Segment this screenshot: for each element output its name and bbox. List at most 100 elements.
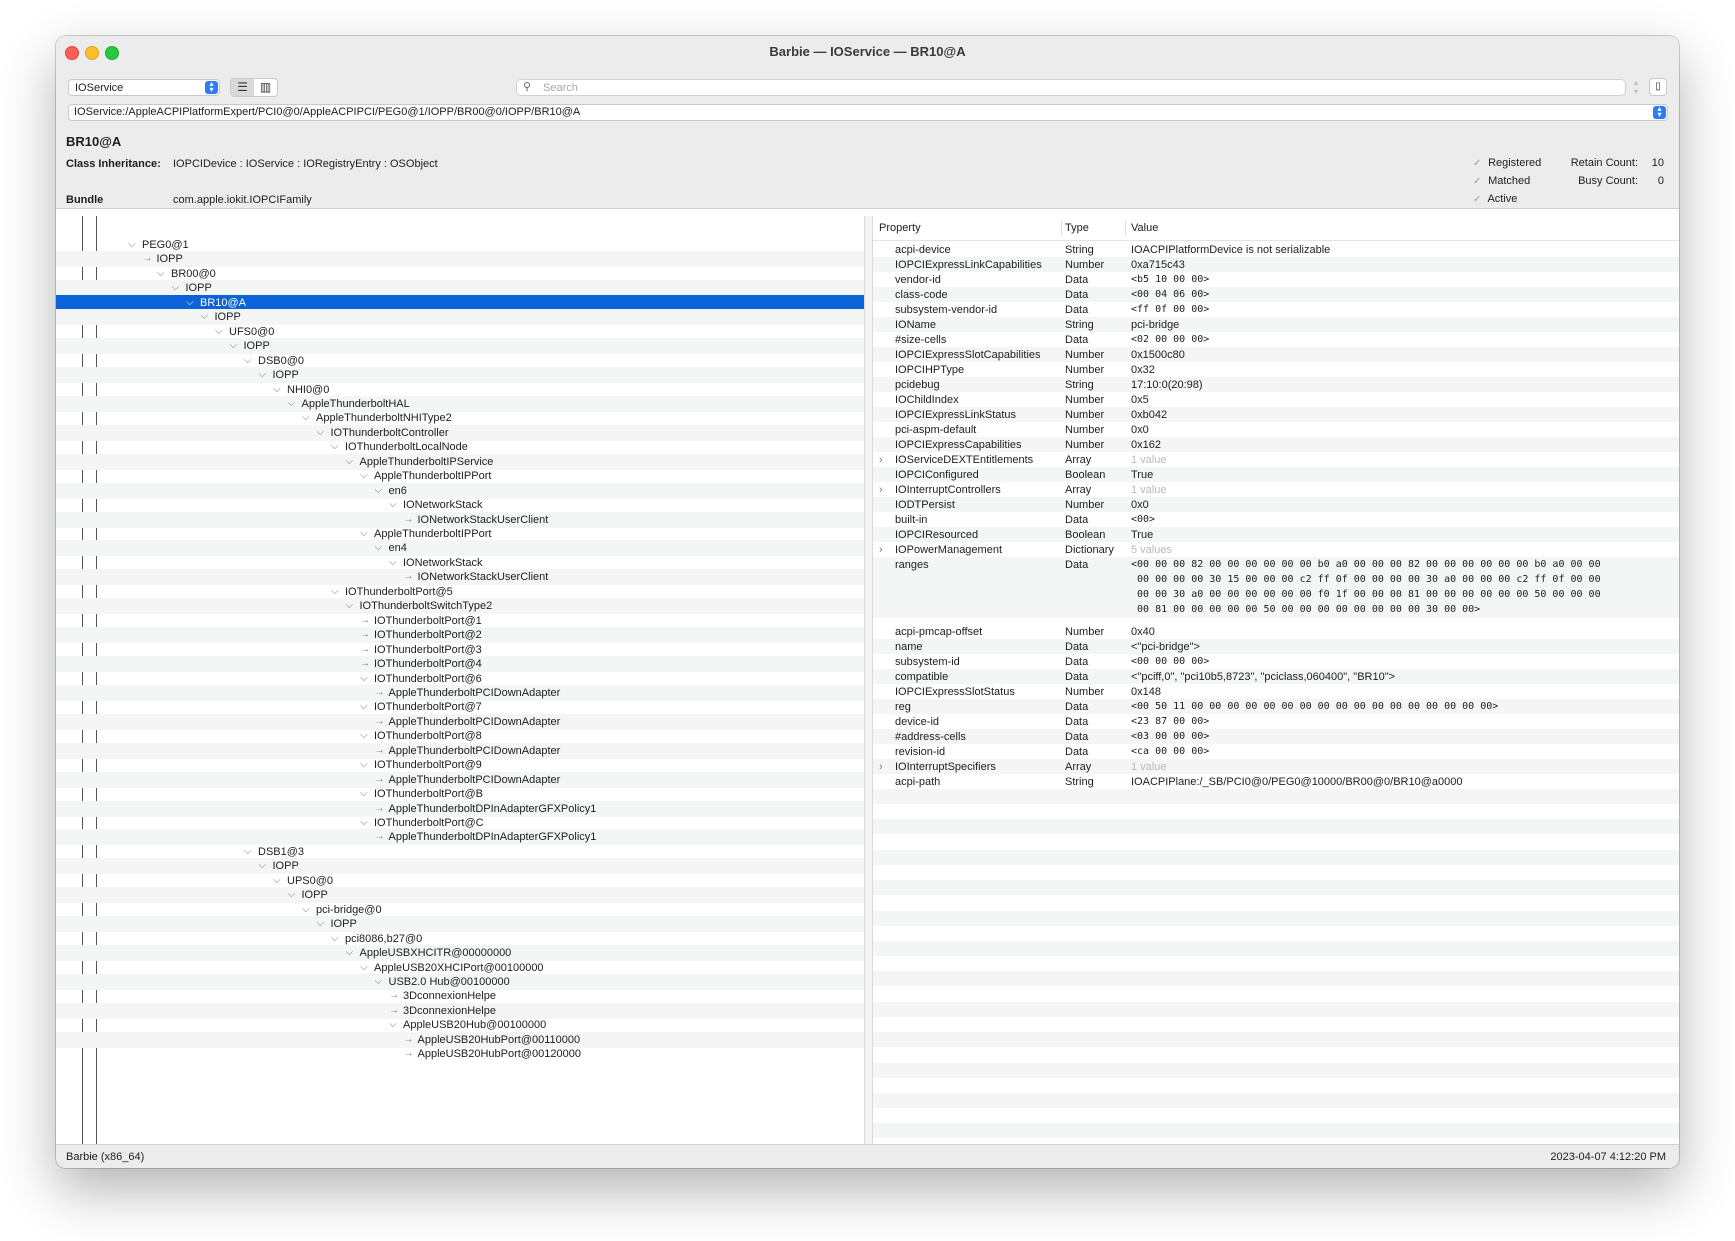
property-row[interactable]: ranges Data <00 00 00 82 00 00 00 00 00 00… <box>873 557 1679 618</box>
property-type: Number <box>1065 686 1105 698</box>
list-view-icon[interactable]: ☰ <box>231 79 254 96</box>
disclosure-chevron-icon[interactable]: › <box>879 482 883 498</box>
property-value: 0x162 <box>1131 439 1161 451</box>
property-type: Number <box>1065 424 1105 436</box>
property-value: pci-bridge <box>1131 319 1180 331</box>
property-type: Array <box>1065 761 1092 773</box>
column-view-icon[interactable]: ▥ <box>254 79 277 96</box>
properties-table[interactable]: Property Type Value acpi-device String IOA… <box>873 216 1679 1144</box>
property-type: Data <box>1065 559 1089 571</box>
property-row[interactable]: IOName String pci-bridge <box>873 317 1679 332</box>
property-type: Boolean <box>1065 529 1106 541</box>
search-field[interactable]: ⚲ Search <box>516 79 1626 96</box>
property-type: Data <box>1065 274 1089 286</box>
property-value: 0x40 <box>1131 626 1155 638</box>
property-value: <00 00 00 82 00 00 00 00 00 00 b0 a0 00 … <box>1131 559 1601 615</box>
property-row[interactable]: IOPCIResourced Boolean True <box>873 527 1679 542</box>
property-value: 1 value <box>1131 484 1167 496</box>
disclosure-chevron-icon[interactable]: › <box>879 452 883 468</box>
property-value: 0x0 <box>1131 424 1149 436</box>
property-row[interactable]: built-in Data <00> <box>873 512 1679 527</box>
disclosure-chevron-icon[interactable]: › <box>879 542 883 558</box>
property-row[interactable]: IOPCIExpressLinkCapabilities Number 0xa715… <box>873 257 1679 272</box>
property-row[interactable]: acpi-path String IOACPIPlane:/_SB/PCI0@0/P… <box>873 774 1679 789</box>
property-row[interactable]: name Data <"pci-bridge"> <box>873 639 1679 654</box>
property-row[interactable]: acpi-device String IOACPIPlatformDevice is… <box>873 242 1679 257</box>
column-header-value[interactable]: Value <box>1131 216 1158 240</box>
property-row[interactable]: IOPCIConfigured Boolean True <box>873 467 1679 482</box>
property-value: 0x148 <box>1131 686 1161 698</box>
property-value: <ff 0f 00 00> <box>1131 304 1210 315</box>
empty-row <box>873 895 1679 910</box>
property-row[interactable]: class-code Data <00 04 06 00> <box>873 287 1679 302</box>
property-row[interactable]: IOPCIExpressLinkStatus Number 0xb042 <box>873 407 1679 422</box>
empty-row <box>873 910 1679 926</box>
property-row[interactable]: › IOInterruptControllers Array 1 value <box>873 482 1679 497</box>
column-header-type[interactable]: Type <box>1065 216 1089 240</box>
property-type: Number <box>1065 349 1105 361</box>
empty-row <box>873 1108 1679 1123</box>
property-row[interactable]: compatible Data <"pciff,0", "pci10b5,8723"… <box>873 669 1679 684</box>
status-bar: Barbie (x86_64) 2023-04-07 4:12:20 PM <box>56 1144 1679 1168</box>
property-name: IODTPersist <box>895 499 955 511</box>
property-name: IOPCIResourced <box>895 529 979 541</box>
class-inheritance-value: IOPCIDevice : IOService : IORegistryEntr… <box>173 158 438 170</box>
property-row[interactable]: › IOInterruptSpecifiers Array 1 value <box>873 759 1679 774</box>
property-value: <ca 00 00 00> <box>1131 746 1210 757</box>
property-value: <00> <box>1131 514 1156 525</box>
property-row[interactable]: revision-id Data <ca 00 00 00> <box>873 744 1679 759</box>
property-row[interactable]: #size-cells Data <02 00 00 00> <box>873 332 1679 347</box>
split-view-divider[interactable] <box>864 216 873 1144</box>
property-type: Number <box>1065 499 1105 511</box>
property-row[interactable]: IOChildIndex Number 0x5 <box>873 392 1679 407</box>
column-header-property[interactable]: Property <box>879 216 921 240</box>
property-type: String <box>1065 379 1094 391</box>
property-type: Data <box>1065 701 1089 713</box>
property-name: acpi-device <box>895 244 951 256</box>
property-row[interactable]: subsystem-id Data <00 00 00 00> <box>873 654 1679 669</box>
empty-row <box>873 819 1679 835</box>
busy-count-label: Busy Count: <box>1578 175 1638 187</box>
empty-row <box>873 1047 1679 1062</box>
property-row[interactable]: #address-cells Data <03 00 00 00> <box>873 729 1679 744</box>
property-type: Array <box>1065 454 1092 466</box>
property-type: Number <box>1065 409 1105 421</box>
titlebar: Barbie — IOService — BR10@A IOService ▴ ▾… <box>56 36 1679 209</box>
property-value: <"pci-bridge"> <box>1131 641 1200 653</box>
checkmark-icon: ✓ <box>1473 158 1482 169</box>
property-row[interactable]: › IOPowerManagement Dictionary 5 values <box>873 542 1679 557</box>
property-row[interactable]: reg Data <00 50 11 00 00 00 00 00 00 00 00… <box>873 699 1679 714</box>
property-row[interactable]: IOPCIExpressCapabilities Number 0x162 <box>873 437 1679 452</box>
registry-path-field[interactable]: IOService:/AppleACPIPlatformExpert/PCI0@… <box>68 104 1668 121</box>
property-name: IOPCIExpressLinkStatus <box>895 409 1017 421</box>
registry-tree[interactable]: ⌵ PEG0@1 → IOPP ⌵ BR00@0 ⌵ IOPP ⌵ BR10@A ⌵ IOPP ⌵ UFS… <box>56 216 864 1144</box>
property-value: 0x1500c80 <box>1131 349 1185 361</box>
property-row[interactable]: IODTPersist Number 0x0 <box>873 497 1679 512</box>
property-row[interactable]: IOPCIHPType Number 0x32 <box>873 362 1679 377</box>
disclosure-chevron-icon[interactable]: › <box>879 759 883 775</box>
property-row[interactable]: › IOServiceDEXTEntitlements Array 1 value <box>873 452 1679 467</box>
checkmark-icon: ✓ <box>1473 194 1482 205</box>
property-row[interactable]: IOPCIExpressSlotStatus Number 0x148 <box>873 684 1679 699</box>
property-row[interactable]: pci-aspm-default Number 0x0 <box>873 422 1679 437</box>
property-type: Number <box>1065 364 1105 376</box>
property-value: 5 values <box>1131 544 1172 556</box>
property-row[interactable]: pcidebug String 17:10:0(20:98) <box>873 377 1679 392</box>
search-stepper[interactable]: ▴ ▾ <box>1631 78 1641 97</box>
property-row[interactable]: subsystem-vendor-id Data <ff 0f 00 00> <box>873 302 1679 317</box>
tree-row[interactable]: → AppleUSB20HubPort@00120000 <box>56 1046 864 1062</box>
property-name: revision-id <box>895 746 946 758</box>
view-mode-segmented[interactable]: ☰ ▥ <box>230 78 278 97</box>
property-name: IOPCIConfigured <box>895 469 979 481</box>
property-type: Boolean <box>1065 469 1106 481</box>
property-row[interactable]: device-id Data <23 87 00 00> <box>873 714 1679 729</box>
empty-row <box>873 941 1679 956</box>
plane-select[interactable]: IOService ▴ ▾ <box>68 79 220 96</box>
property-type: Data <box>1065 514 1089 526</box>
property-row[interactable]: IOPCIExpressSlotCapabilities Number 0x1500… <box>873 347 1679 362</box>
property-type: Data <box>1065 731 1089 743</box>
property-row[interactable]: vendor-id Data <b5 10 00 00> <box>873 272 1679 287</box>
sidebar-toggle-icon[interactable]: ▯ <box>1649 78 1667 96</box>
plane-select-value: IOService <box>75 82 124 94</box>
property-row[interactable]: acpi-pmcap-offset Number 0x40 <box>873 624 1679 639</box>
